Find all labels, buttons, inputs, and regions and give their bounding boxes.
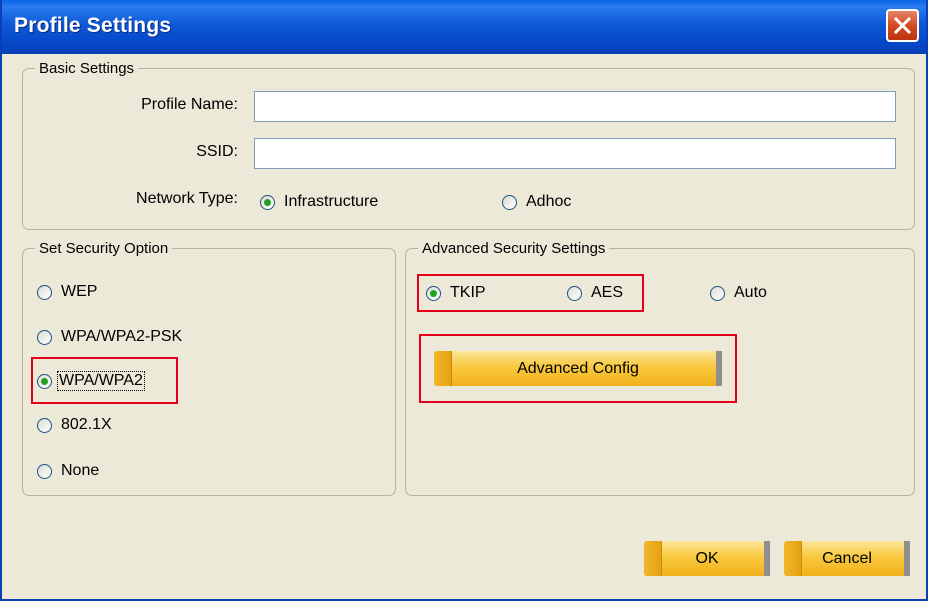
radio-label-none: None	[61, 462, 100, 479]
radio-infrastructure[interactable]: Infrastructure	[260, 193, 378, 211]
ssid-input[interactable]	[254, 138, 896, 169]
radio-label-aes: AES	[591, 284, 624, 301]
radio-label-infrastructure: Infrastructure	[284, 193, 379, 210]
radio-adhoc[interactable]: Adhoc	[502, 193, 571, 211]
cancel-button[interactable]: Cancel	[784, 541, 910, 576]
security-option-legend: Set Security Option	[39, 240, 169, 257]
radio-label-auto: Auto	[734, 284, 767, 301]
close-button[interactable]	[886, 9, 919, 42]
basic-settings-legend: Basic Settings	[39, 60, 135, 77]
radio-button	[37, 417, 52, 433]
radio-button	[710, 285, 725, 301]
profile-name-input[interactable]	[254, 91, 896, 122]
highlight-box-wpa-wpa2	[31, 357, 178, 404]
profile-settings-dialog: Profile Settings Basic Settings Profile …	[0, 0, 928, 601]
radio-label-tkip: TKIP	[450, 284, 486, 301]
ok-button[interactable]: OK	[644, 541, 770, 576]
radio-label-wpa-wpa2-psk: WPA/WPA2-PSK	[61, 328, 183, 345]
profile-name-label: Profile Name:	[141, 96, 238, 113]
title-bar[interactable]: Profile Settings	[2, 0, 926, 54]
window-title: Profile Settings	[14, 14, 172, 37]
radio-none[interactable]: None	[37, 462, 99, 480]
radio-button	[37, 463, 52, 479]
radio-tkip[interactable]: TKIP	[426, 284, 486, 302]
cancel-label: Cancel	[822, 549, 872, 567]
close-icon	[894, 17, 911, 34]
radio-button	[502, 194, 517, 210]
radio-wep[interactable]: WEP	[37, 283, 97, 301]
radio-label-802-1x: 802.1X	[61, 416, 112, 433]
radio-button	[37, 329, 52, 345]
radio-wpa-wpa2-psk[interactable]: WPA/WPA2-PSK	[37, 328, 182, 346]
radio-button	[37, 284, 52, 300]
radio-button-selected	[426, 285, 441, 301]
ok-label: OK	[695, 549, 719, 567]
advanced-security-legend: Advanced Security Settings	[422, 240, 606, 257]
radio-button-selected	[260, 194, 275, 210]
radio-label-wep: WEP	[61, 283, 98, 300]
radio-aes[interactable]: AES	[567, 284, 623, 302]
radio-auto[interactable]: Auto	[710, 284, 767, 302]
radio-label-adhoc: Adhoc	[526, 193, 572, 210]
radio-802-1x[interactable]: 802.1X	[37, 416, 112, 434]
dialog-body: Basic Settings Profile Name: SSID: Netwo…	[4, 54, 924, 599]
radio-button	[567, 285, 582, 301]
advanced-config-button[interactable]: Advanced Config	[434, 351, 722, 386]
ssid-label: SSID:	[196, 143, 238, 160]
network-type-label: Network Type:	[136, 190, 238, 207]
advanced-config-label: Advanced Config	[517, 359, 639, 377]
